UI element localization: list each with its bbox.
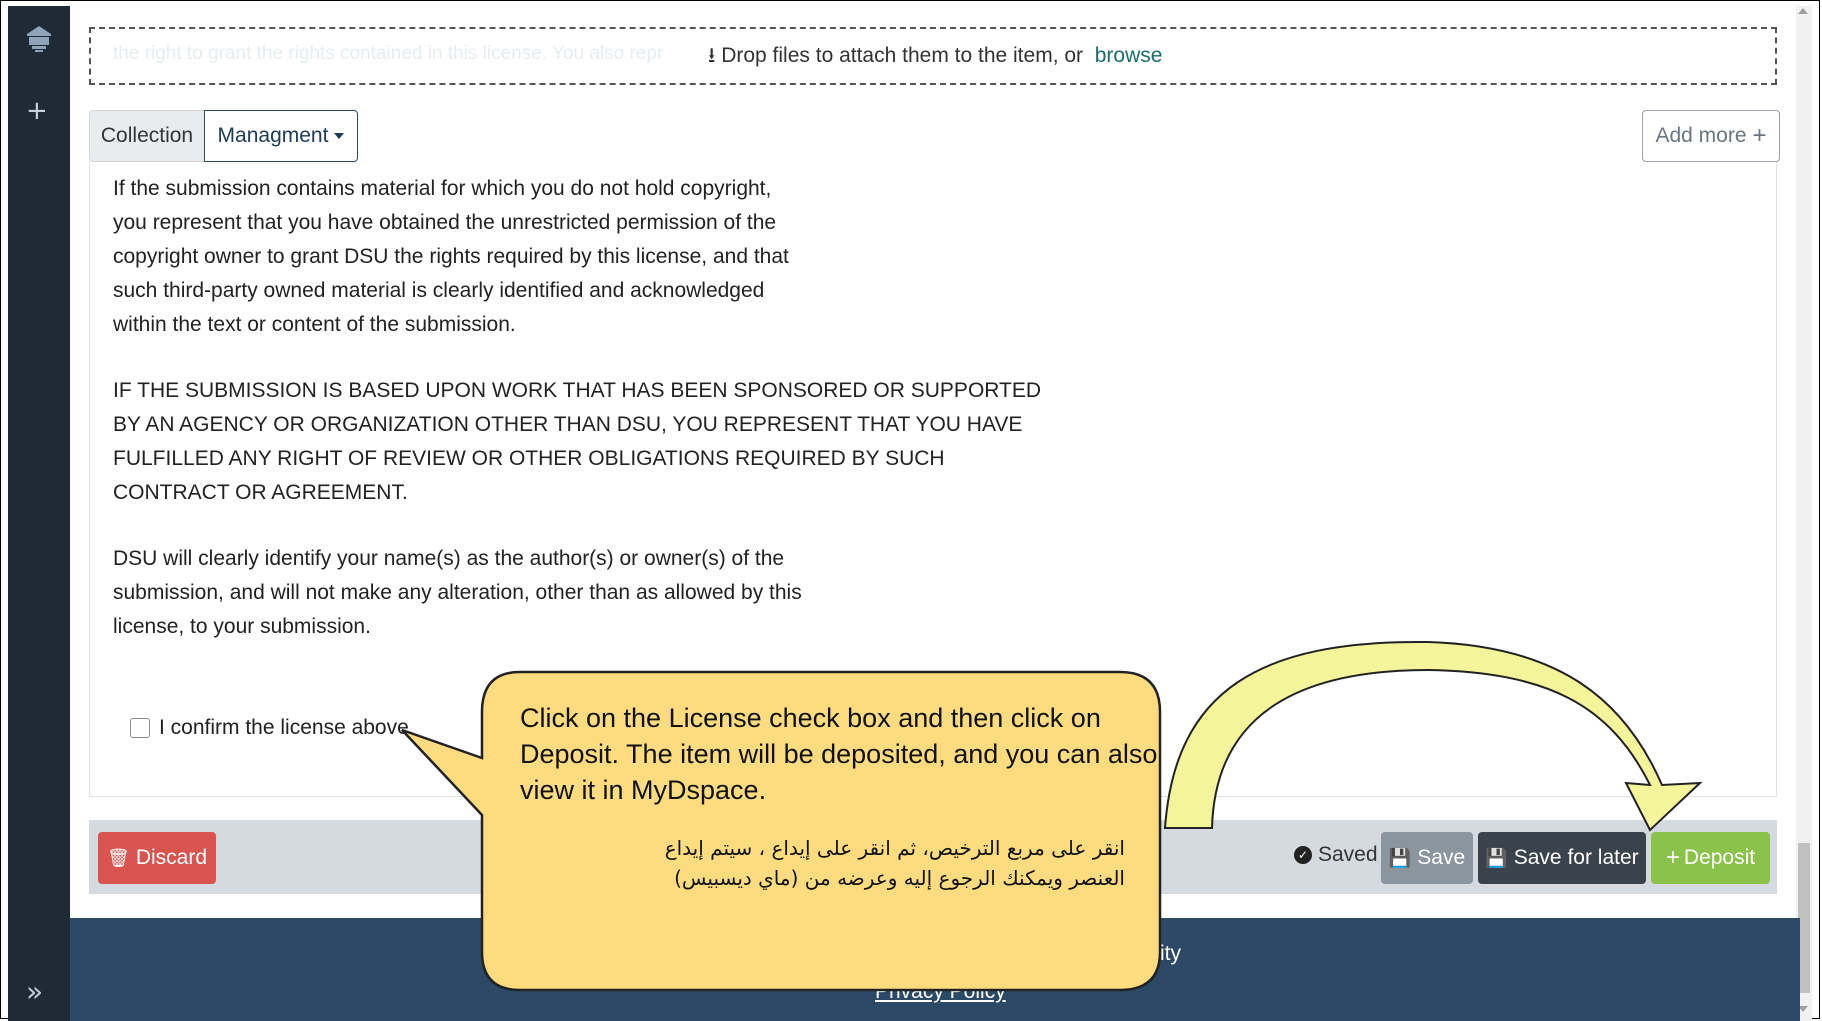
confirm-license-checkbox[interactable] xyxy=(130,718,150,738)
license-line: within the text or content of the submis… xyxy=(113,313,516,336)
ghost-text: the right to grant the rights contained … xyxy=(113,43,664,64)
license-line: DSU will clearly identify your name(s) a… xyxy=(113,547,785,570)
add-more-label: Add more xyxy=(1655,124,1747,147)
dropzone-message: ⭳ Drop files to attach them to the item,… xyxy=(708,41,1162,76)
check-circle-icon: ✓ xyxy=(1294,846,1312,864)
discard-label: Discard xyxy=(135,846,208,869)
browse-link[interactable]: browse xyxy=(1095,44,1163,67)
callout-english-text: Click on the License check box and then … xyxy=(520,703,1158,805)
license-line: submission, and will not make any altera… xyxy=(113,581,802,604)
save-button[interactable]: 💾 Save xyxy=(1381,832,1473,884)
tab-collection-label: Collection xyxy=(100,124,194,147)
save-for-later-label: Save for later xyxy=(1513,846,1639,869)
scroll-up-arrow-icon[interactable] xyxy=(1798,8,1808,14)
deposit-label: Deposit xyxy=(1683,846,1756,869)
tab-collection[interactable]: Collection xyxy=(89,110,204,162)
license-paragraph-1: If the submission contains material for … xyxy=(113,172,789,342)
deposit-button[interactable]: + Deposit xyxy=(1651,832,1770,884)
tab-managment-dropdown[interactable]: Managment xyxy=(204,110,358,162)
sidebar: + » xyxy=(8,6,70,1021)
license-line: If the submission contains material for … xyxy=(113,177,772,200)
license-line: BY AN AGENCY OR ORGANIZATION OTHER THAN … xyxy=(113,413,1023,436)
floppy-disk-icon: 💾 xyxy=(1388,847,1412,868)
saved-label: Saved xyxy=(1318,843,1378,866)
license-line: copyright owner to grant DSU the rights … xyxy=(113,245,789,268)
save-label: Save xyxy=(1417,846,1466,869)
license-paragraph-3: DSU will clearly identify your name(s) a… xyxy=(113,542,802,644)
trash-icon: 🗑 xyxy=(106,847,130,868)
callout-arabic-text: انقر على مربع الترخيص، ثم انقر على إيداع… xyxy=(520,833,1125,893)
privacy-policy-link[interactable]: Privacy Policy xyxy=(875,980,1006,1004)
license-line: FULFILLED ANY RIGHT OF REVIEW OR OTHER O… xyxy=(113,447,945,470)
plus-icon: + xyxy=(1665,844,1680,871)
discard-button[interactable]: 🗑 Discard xyxy=(98,832,216,884)
license-line: IF THE SUBMISSION IS BASED UPON WORK THA… xyxy=(113,379,1042,402)
callout-arabic-line: انقر على مربع الترخيص، ثم انقر على إيداع… xyxy=(664,836,1125,860)
license-line: CONTRACT OR AGREEMENT. xyxy=(113,481,408,504)
add-icon[interactable]: + xyxy=(26,98,48,124)
save-for-later-button[interactable]: 💾 Save for later xyxy=(1478,832,1646,884)
license-line: license, to your submission. xyxy=(113,615,371,638)
license-line: such third-party owned material is clear… xyxy=(113,279,765,302)
license-paragraph-2: IF THE SUBMISSION IS BASED UPON WORK THA… xyxy=(113,374,1041,510)
dspace-logo-icon[interactable] xyxy=(24,24,54,54)
footer-text: ity xyxy=(1160,942,1181,965)
plus-icon: + xyxy=(1752,122,1767,149)
tab-managment-label: Managment xyxy=(217,124,329,147)
caret-down-icon xyxy=(334,133,345,139)
upload-icon: ⭳ xyxy=(708,44,716,67)
saved-status: ✓ Saved xyxy=(1294,843,1378,867)
expand-sidebar-icon[interactable]: » xyxy=(26,978,43,1006)
license-line: you represent that you have obtained the… xyxy=(113,211,777,234)
confirm-license-row: I confirm the license above xyxy=(130,716,409,740)
add-more-button[interactable]: Add more + xyxy=(1642,110,1780,162)
dropzone-text: Drop files to attach them to the item, o… xyxy=(721,44,1084,67)
confirm-license-label[interactable]: I confirm the license above xyxy=(159,716,409,740)
callout-arabic-line: العنصر ويمكنك الرجوع إليه وعرضه من (ماي … xyxy=(674,866,1125,890)
site-footer xyxy=(70,918,1800,1021)
floppy-disk-icon: 💾 xyxy=(1485,847,1508,868)
